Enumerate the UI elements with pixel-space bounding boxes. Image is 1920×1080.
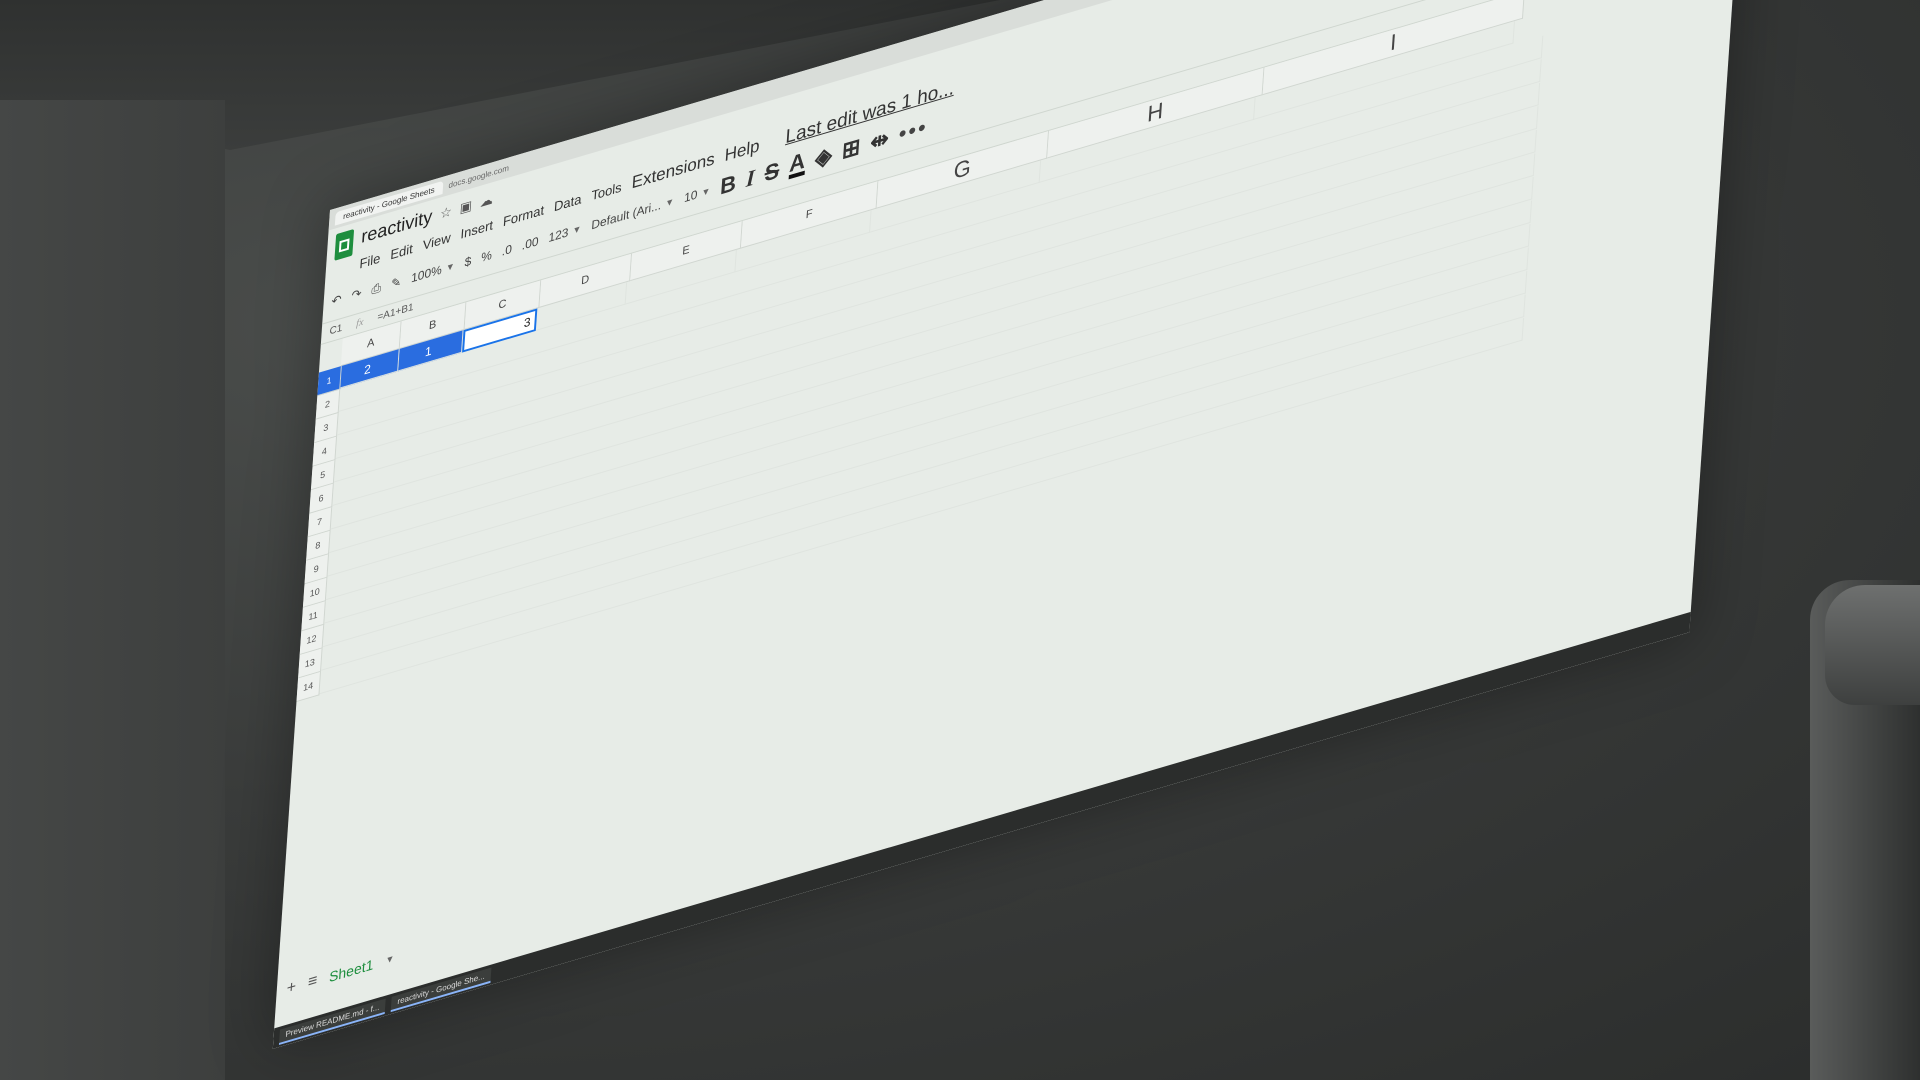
all-sheets-button[interactable]: ≡ [307, 971, 318, 992]
menu-file[interactable]: File [359, 250, 381, 271]
os-taskbar: Preview README.md - f... reactivity - Go… [272, 610, 1697, 1049]
borders-icon[interactable]: ⊞ [841, 133, 861, 165]
star-icon[interactable]: ☆ [440, 203, 453, 223]
chevron-down-icon: ▼ [664, 195, 675, 209]
redo-icon[interactable]: ↷ [351, 286, 362, 303]
taskbar-item-sheets[interactable]: reactivity - Google She... [390, 967, 492, 1012]
strikethrough-button[interactable]: S [764, 157, 780, 188]
chevron-down-icon[interactable]: ▼ [385, 953, 395, 966]
paint-format-icon[interactable]: ✎ [391, 274, 402, 291]
merge-cells-icon[interactable]: ⇹ [869, 125, 889, 157]
font-size-value: 10 [683, 187, 698, 206]
font-size-select[interactable]: 10 ▼ [684, 183, 711, 205]
zoom-value: 100% [410, 262, 443, 286]
fill-color-icon[interactable]: ◈ [814, 141, 833, 173]
undo-icon[interactable]: ↶ [331, 292, 342, 309]
name-box[interactable]: C1 [329, 323, 343, 338]
fx-icon: fx [355, 316, 364, 330]
sheets-logo-icon[interactable] [334, 228, 355, 261]
italic-button[interactable]: I [745, 164, 755, 193]
add-sheet-button[interactable]: + [286, 978, 297, 999]
decrease-decimal-button[interactable]: .0 [501, 242, 512, 259]
more-options-button[interactable]: ••• [898, 113, 929, 148]
cloud-status-icon[interactable]: ☁ [479, 190, 494, 210]
text-color-button[interactable]: A [788, 147, 806, 180]
chevron-down-icon: ▼ [572, 223, 582, 237]
zoom-select[interactable]: 100% ▼ [411, 258, 455, 285]
menu-edit[interactable]: Edit [390, 240, 413, 262]
increase-decimal-button[interactable]: .00 [521, 234, 539, 253]
print-icon[interactable]: ⎙ [371, 280, 382, 298]
projected-screen: reactivity - Google Sheets docs.google.c… [272, 0, 1747, 1049]
sheet-tab-sheet1[interactable]: Sheet1 [329, 956, 374, 985]
currency-button[interactable]: $ [464, 254, 472, 270]
bold-button[interactable]: B [719, 170, 737, 201]
taskbar-item-preview[interactable]: Preview README.md - f... [278, 997, 386, 1045]
more-formats-select[interactable]: 123 ▼ [548, 221, 582, 245]
percent-button[interactable]: % [481, 247, 493, 264]
chevron-down-icon: ▼ [445, 260, 456, 274]
move-folder-icon[interactable]: ▣ [459, 197, 472, 217]
projection: reactivity - Google Sheets docs.google.c… [272, 0, 1830, 1080]
chevron-down-icon: ▼ [701, 185, 711, 199]
chair-arm [1825, 585, 1920, 705]
more-formats-label: 123 [548, 224, 569, 246]
left-wall [0, 100, 225, 1080]
